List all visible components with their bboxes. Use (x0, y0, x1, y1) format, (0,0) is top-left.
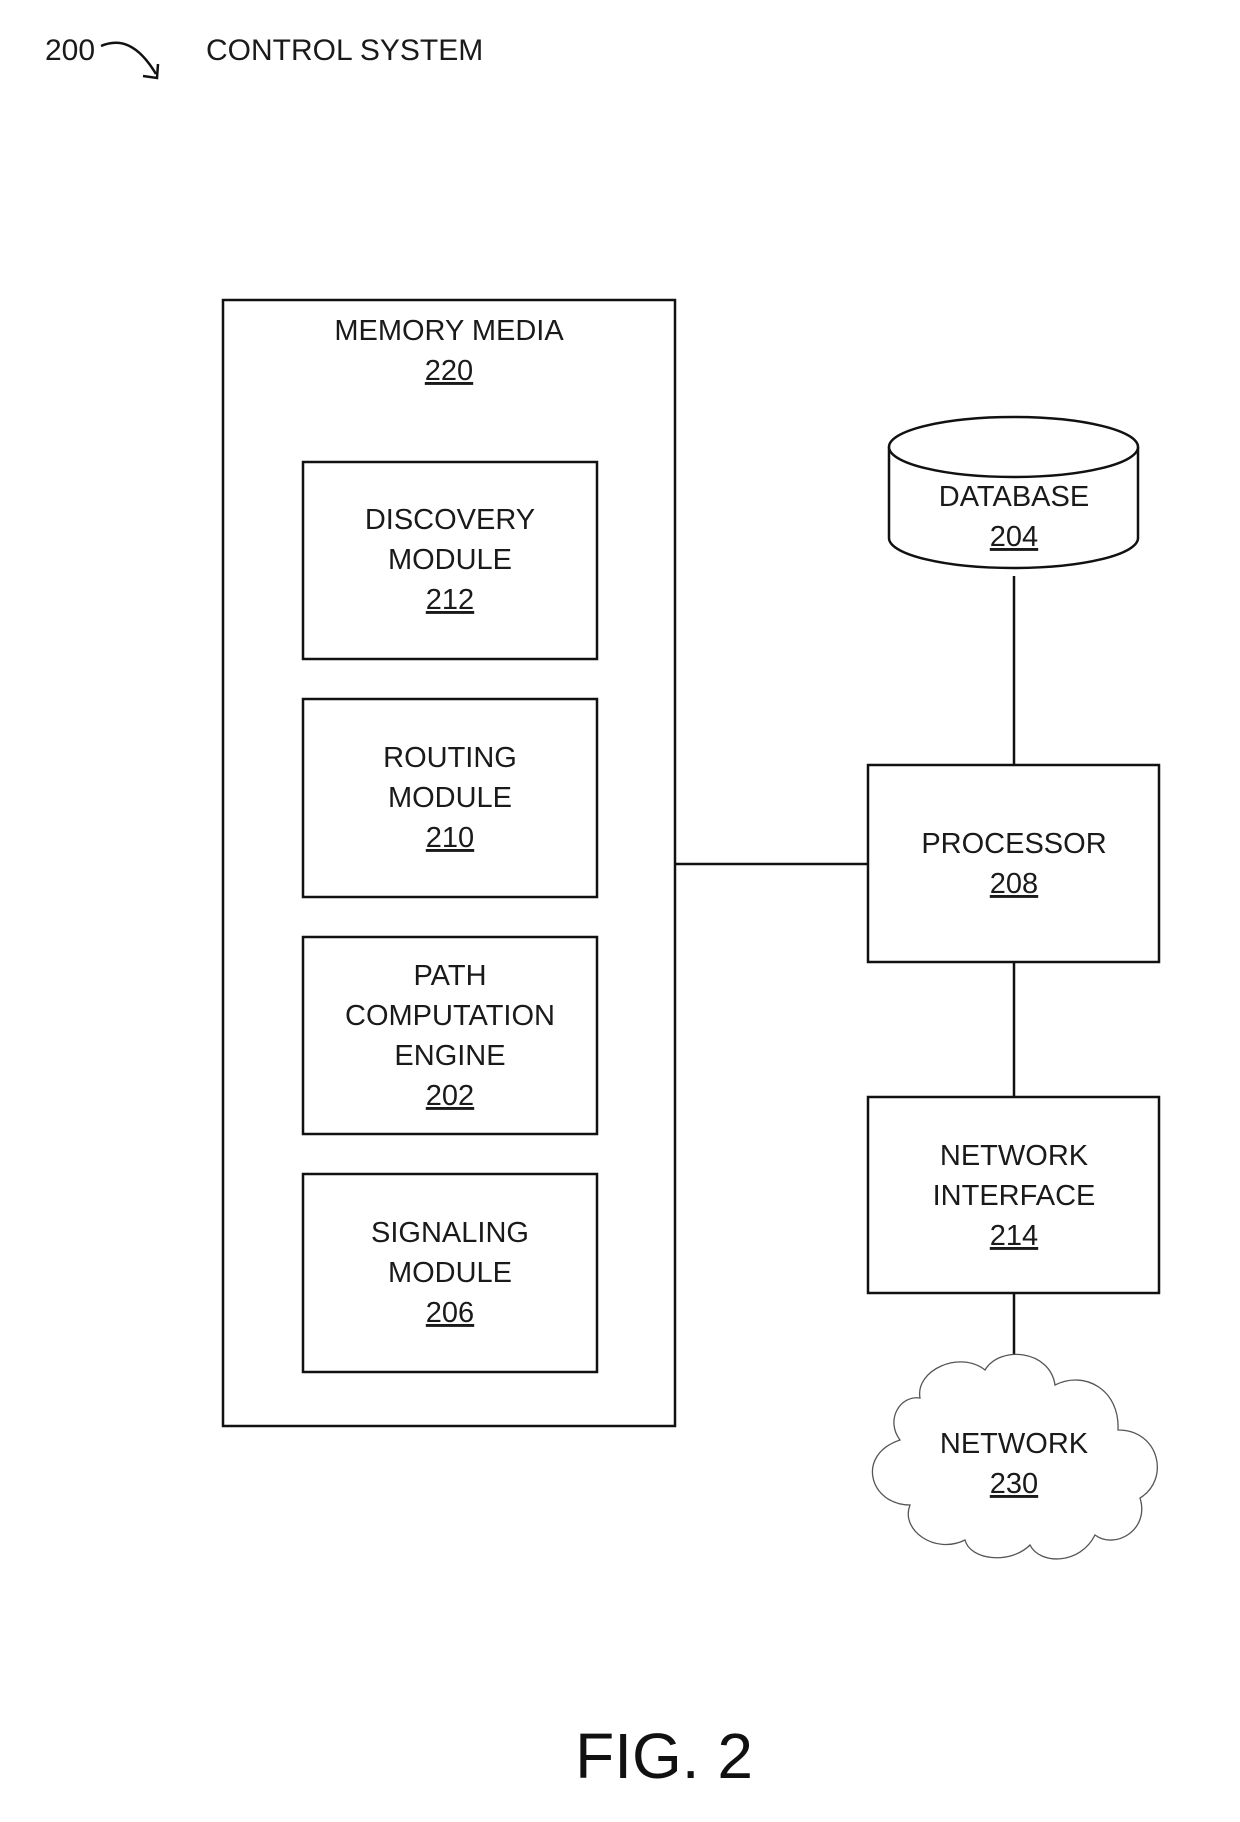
network-interface-number: 214 (990, 1220, 1038, 1252)
discovery-module-number: 212 (426, 584, 474, 616)
routing-module-label-line1: ROUTING (383, 742, 517, 774)
network-interface-label-line2: INTERFACE (933, 1180, 1096, 1212)
memory-media-number: 220 (425, 355, 473, 387)
network-interface-label-line1: NETWORK (940, 1140, 1089, 1172)
memory-media-label: MEMORY MEDIA (334, 315, 564, 347)
signaling-module: SIGNALING MODULE 206 (301, 1172, 599, 1374)
path-computation-engine-label-line3: ENGINE (394, 1040, 505, 1072)
signaling-module-label-line1: SIGNALING (371, 1217, 529, 1249)
processor-number: 208 (990, 868, 1038, 900)
path-computation-engine-label-line2: COMPUTATION (345, 1000, 555, 1032)
figure-ref-number: 200 (45, 34, 95, 67)
discovery-module-label-line1: DISCOVERY (365, 504, 535, 536)
ref-arrow-icon (100, 41, 158, 75)
signaling-module-label-line2: MODULE (388, 1257, 512, 1289)
routing-module: ROUTING MODULE 210 (301, 697, 599, 899)
path-computation-engine-label-line1: PATH (413, 960, 486, 992)
signaling-module-number: 206 (426, 1297, 474, 1329)
network-interface: NETWORK INTERFACE 214 (866, 1095, 1161, 1295)
processor-box (866, 763, 1161, 964)
network-number: 230 (990, 1468, 1038, 1500)
database-cylinder-top (887, 415, 1140, 479)
network-label: NETWORK (940, 1428, 1089, 1460)
discovery-module: DISCOVERY MODULE 212 (301, 460, 599, 661)
processor: PROCESSOR 208 (866, 763, 1161, 964)
figure-caption: FIG. 2 (575, 1720, 753, 1792)
routing-module-label-line2: MODULE (388, 782, 512, 814)
network: NETWORK 230 (871, 1353, 1158, 1560)
diagram-title: CONTROL SYSTEM (206, 34, 483, 67)
database: DATABASE 204 (887, 415, 1140, 570)
control-system-diagram: 200 CONTROL SYSTEM MEMORY MEDIA 220 DISC… (45, 34, 1161, 1792)
routing-module-number: 210 (426, 822, 474, 854)
database-label: DATABASE (939, 481, 1089, 513)
path-computation-engine-number: 202 (426, 1080, 474, 1112)
processor-label: PROCESSOR (921, 828, 1106, 860)
discovery-module-label-line2: MODULE (388, 544, 512, 576)
database-number: 204 (990, 521, 1038, 553)
path-computation-engine: PATH COMPUTATION ENGINE 202 (301, 935, 599, 1136)
